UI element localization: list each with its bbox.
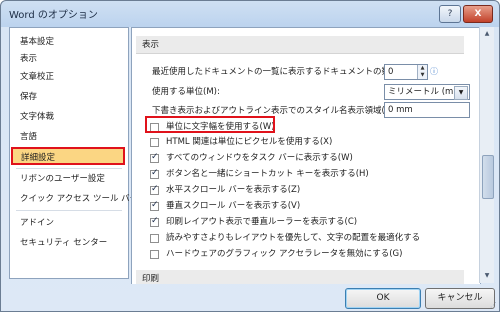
checkbox-horizontal-scrollbar[interactable] [150, 184, 159, 195]
style-width-value: 0 mm [388, 105, 413, 115]
chevron-down-icon[interactable]: ▼ [454, 86, 468, 100]
resize-grip-icon[interactable]: ⋰ [490, 301, 497, 309]
sidebar-item-customize-ribbon[interactable]: リボンのユーザー設定 [12, 170, 124, 188]
checkbox-vertical-scrollbar[interactable] [150, 200, 159, 211]
checkbox-optimize-layout[interactable] [150, 234, 159, 243]
recent-docs-spinner[interactable]: 0 ▲ ▼ [384, 64, 428, 80]
checkbox-shortcut-keys[interactable] [150, 168, 159, 179]
scroll-up-icon[interactable]: ▲ [481, 28, 493, 40]
recent-docs-label: 最近使用したドキュメントの一覧に表示するドキュメントの数(R): [152, 67, 406, 77]
recent-docs-value: 0 [388, 67, 394, 77]
highlight-box [145, 116, 275, 133]
scroll-down-icon[interactable]: ▼ [481, 270, 493, 282]
checkbox-label: すべてのウィンドウをタスク バーに表示する(W) [166, 153, 353, 163]
checkbox-label: 読みやすさよりもレイアウトを優先して、文字の配置を最適化する [166, 233, 421, 243]
sidebar-item-proofing[interactable]: 文章校正 [12, 68, 124, 86]
checkbox-windows-taskbar[interactable] [150, 152, 159, 163]
sidebar-item-language[interactable]: 言語 [12, 128, 124, 146]
sidebar-item-display[interactable]: 表示 [12, 50, 124, 68]
cancel-button[interactable]: キャンセル [425, 288, 495, 309]
sidebar-item-trust-center[interactable]: セキュリティ センター [12, 234, 124, 252]
checkbox-label: 垂直スクロール バーを表示する(V) [166, 201, 301, 211]
checkbox-vertical-ruler[interactable] [150, 216, 159, 227]
sidebar-item-quick-access-toolbar[interactable]: クイック アクセス ツール バー [12, 190, 138, 208]
sidebar-item-save[interactable]: 保存 [12, 88, 124, 106]
checkbox-label: ボタン名と一緒にショートカット キーを表示する(H) [166, 169, 369, 179]
sidebar-item-advanced[interactable]: 詳細設定 [11, 147, 125, 165]
scroll-thumb[interactable] [482, 155, 494, 199]
sidebar-item-basic[interactable]: 基本設定 [12, 33, 124, 51]
sidebar-item-addins[interactable]: アドイン [12, 214, 124, 232]
vertical-scrollbar[interactable]: ▲ ▼ [479, 27, 494, 283]
help-button[interactable]: ? [439, 5, 461, 23]
section-print-header: 印刷 [136, 270, 464, 284]
checkbox-label: 印刷レイアウト表示で垂直ルーラーを表示する(C) [166, 217, 358, 227]
section-display-header: 表示 [136, 36, 464, 54]
options-content: 表示 最近使用したドキュメントの一覧に表示するドキュメントの数(R): 0 ▲ … [131, 27, 481, 284]
window-title: Word のオプション [9, 10, 98, 21]
style-width-input[interactable]: 0 mm [384, 102, 470, 118]
ok-button[interactable]: OK [345, 288, 421, 309]
spin-down-icon[interactable]: ▼ [417, 72, 427, 79]
units-dropdown[interactable]: ミリメートル (mm) ▼ [384, 84, 470, 100]
sidebar-divider [16, 168, 122, 169]
spin-up-icon[interactable]: ▲ [417, 65, 427, 72]
sidebar-divider [16, 210, 122, 211]
info-icon: ⓘ [430, 67, 438, 76]
checkbox-label: ハードウェアのグラフィック アクセラレータを無効にする(G) [166, 249, 403, 259]
sidebar: 基本設定 表示 文章校正 保存 文字体裁 言語 詳細設定 リボンのユーザー設定 … [9, 27, 138, 279]
checkbox-disable-hw-acceleration[interactable] [150, 250, 159, 259]
checkbox-label: HTML 関連は単位にピクセルを使用する(X) [166, 137, 333, 147]
options-dialog: Word のオプション ? X 基本設定 表示 文章校正 保存 文字体裁 言語 … [0, 0, 500, 312]
checkbox-label: 水平スクロール バーを表示する(Z) [166, 185, 301, 195]
units-label: 使用する単位(M): [152, 87, 220, 97]
title-bar: Word のオプション ? X [1, 1, 499, 25]
sidebar-item-typography[interactable]: 文字体裁 [12, 108, 124, 126]
close-button[interactable]: X [463, 5, 493, 23]
checkbox-html-pixels[interactable] [150, 138, 159, 147]
